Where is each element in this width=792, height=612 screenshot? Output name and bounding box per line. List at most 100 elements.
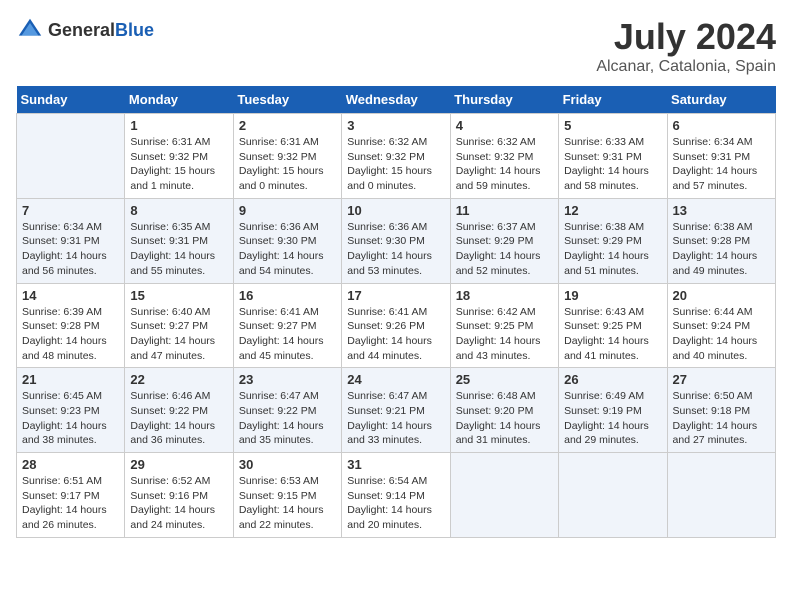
calendar-cell: 4 Sunrise: 6:32 AM Sunset: 9:32 PM Daylig… xyxy=(450,114,558,199)
calendar-cell: 6 Sunrise: 6:34 AM Sunset: 9:31 PM Daylig… xyxy=(667,114,775,199)
day-info: Sunrise: 6:31 AM Sunset: 9:32 PM Dayligh… xyxy=(130,135,227,194)
day-number: 2 xyxy=(239,118,336,133)
calendar-cell: 31 Sunrise: 6:54 AM Sunset: 9:14 PM Dayli… xyxy=(342,453,450,538)
calendar-cell: 5 Sunrise: 6:33 AM Sunset: 9:31 PM Daylig… xyxy=(559,114,667,199)
day-number: 30 xyxy=(239,457,336,472)
calendar-cell: 14 Sunrise: 6:39 AM Sunset: 9:28 PM Dayli… xyxy=(17,283,125,368)
day-number: 7 xyxy=(22,203,119,218)
calendar-cell xyxy=(450,453,558,538)
day-number: 12 xyxy=(564,203,661,218)
calendar-cell: 11 Sunrise: 6:37 AM Sunset: 9:29 PM Dayli… xyxy=(450,198,558,283)
calendar-week-row: 1 Sunrise: 6:31 AM Sunset: 9:32 PM Daylig… xyxy=(17,114,776,199)
day-info: Sunrise: 6:50 AM Sunset: 9:18 PM Dayligh… xyxy=(673,389,770,448)
calendar-cell: 10 Sunrise: 6:36 AM Sunset: 9:30 PM Dayli… xyxy=(342,198,450,283)
calendar-cell: 20Sunrise: 6:44 AM Sunset: 9:24 PM Dayli… xyxy=(667,283,775,368)
day-info: Sunrise: 6:53 AM Sunset: 9:15 PM Dayligh… xyxy=(239,474,336,533)
day-info: Sunrise: 6:42 AM Sunset: 9:25 PM Dayligh… xyxy=(456,305,553,364)
day-number: 18 xyxy=(456,288,553,303)
day-number: 5 xyxy=(564,118,661,133)
day-info: Sunrise: 6:45 AM Sunset: 9:23 PM Dayligh… xyxy=(22,389,119,448)
day-number: 10 xyxy=(347,203,444,218)
calendar-cell: 13 Sunrise: 6:38 AM Sunset: 9:28 PM Dayli… xyxy=(667,198,775,283)
calendar-cell: 15Sunrise: 6:40 AM Sunset: 9:27 PM Dayli… xyxy=(125,283,233,368)
logo-icon xyxy=(16,16,44,44)
title-block: July 2024 Alcanar, Catalonia, Spain xyxy=(596,16,776,76)
day-info: Sunrise: 6:49 AM Sunset: 9:19 PM Dayligh… xyxy=(564,389,661,448)
calendar-cell: 21Sunrise: 6:45 AM Sunset: 9:23 PM Dayli… xyxy=(17,368,125,453)
day-info: Sunrise: 6:38 AM Sunset: 9:28 PM Dayligh… xyxy=(673,220,770,279)
day-info: Sunrise: 6:54 AM Sunset: 9:14 PM Dayligh… xyxy=(347,474,444,533)
logo-text-general: General xyxy=(48,20,115,40)
calendar-cell: 30 Sunrise: 6:53 AM Sunset: 9:15 PM Dayli… xyxy=(233,453,341,538)
calendar-cell: 1 Sunrise: 6:31 AM Sunset: 9:32 PM Daylig… xyxy=(125,114,233,199)
day-info: Sunrise: 6:38 AM Sunset: 9:29 PM Dayligh… xyxy=(564,220,661,279)
day-number: 23 xyxy=(239,372,336,387)
calendar-cell: 18 Sunrise: 6:42 AM Sunset: 9:25 PM Dayli… xyxy=(450,283,558,368)
page-header: GeneralBlue July 2024 Alcanar, Catalonia… xyxy=(16,16,776,76)
day-number: 11 xyxy=(456,203,553,218)
calendar-cell: 16Sunrise: 6:41 AM Sunset: 9:27 PM Dayli… xyxy=(233,283,341,368)
day-number: 16 xyxy=(239,288,336,303)
calendar-cell: 28 Sunrise: 6:51 AM Sunset: 9:17 PM Dayli… xyxy=(17,453,125,538)
calendar-cell: 24 Sunrise: 6:47 AM Sunset: 9:21 PM Dayli… xyxy=(342,368,450,453)
day-number: 29 xyxy=(130,457,227,472)
day-info: Sunrise: 6:47 AM Sunset: 9:21 PM Dayligh… xyxy=(347,389,444,448)
day-info: Sunrise: 6:36 AM Sunset: 9:30 PM Dayligh… xyxy=(347,220,444,279)
calendar-cell: 2 Sunrise: 6:31 AM Sunset: 9:32 PM Daylig… xyxy=(233,114,341,199)
calendar-cell: 19Sunrise: 6:43 AM Sunset: 9:25 PM Dayli… xyxy=(559,283,667,368)
calendar-cell: 3 Sunrise: 6:32 AM Sunset: 9:32 PM Daylig… xyxy=(342,114,450,199)
calendar-cell xyxy=(17,114,125,199)
calendar-header-wednesday: Wednesday xyxy=(342,86,450,114)
day-number: 17 xyxy=(347,288,444,303)
calendar-header-row: SundayMondayTuesdayWednesdayThursdayFrid… xyxy=(17,86,776,114)
day-number: 27 xyxy=(673,372,770,387)
day-info: Sunrise: 6:36 AM Sunset: 9:30 PM Dayligh… xyxy=(239,220,336,279)
day-number: 24 xyxy=(347,372,444,387)
day-number: 31 xyxy=(347,457,444,472)
calendar-cell: 25Sunrise: 6:48 AM Sunset: 9:20 PM Dayli… xyxy=(450,368,558,453)
day-info: Sunrise: 6:34 AM Sunset: 9:31 PM Dayligh… xyxy=(673,135,770,194)
calendar-header-tuesday: Tuesday xyxy=(233,86,341,114)
day-info: Sunrise: 6:34 AM Sunset: 9:31 PM Dayligh… xyxy=(22,220,119,279)
calendar-cell xyxy=(559,453,667,538)
day-info: Sunrise: 6:46 AM Sunset: 9:22 PM Dayligh… xyxy=(130,389,227,448)
day-info: Sunrise: 6:41 AM Sunset: 9:26 PM Dayligh… xyxy=(347,305,444,364)
day-number: 1 xyxy=(130,118,227,133)
location-title: Alcanar, Catalonia, Spain xyxy=(596,58,776,76)
day-info: Sunrise: 6:32 AM Sunset: 9:32 PM Dayligh… xyxy=(347,135,444,194)
day-info: Sunrise: 6:52 AM Sunset: 9:16 PM Dayligh… xyxy=(130,474,227,533)
day-number: 8 xyxy=(130,203,227,218)
day-info: Sunrise: 6:37 AM Sunset: 9:29 PM Dayligh… xyxy=(456,220,553,279)
day-number: 22 xyxy=(130,372,227,387)
calendar-header-sunday: Sunday xyxy=(17,86,125,114)
day-info: Sunrise: 6:33 AM Sunset: 9:31 PM Dayligh… xyxy=(564,135,661,194)
calendar-cell: 7 Sunrise: 6:34 AM Sunset: 9:31 PM Daylig… xyxy=(17,198,125,283)
calendar-cell xyxy=(667,453,775,538)
day-info: Sunrise: 6:31 AM Sunset: 9:32 PM Dayligh… xyxy=(239,135,336,194)
day-number: 28 xyxy=(22,457,119,472)
day-number: 19 xyxy=(564,288,661,303)
day-number: 9 xyxy=(239,203,336,218)
day-number: 3 xyxy=(347,118,444,133)
day-info: Sunrise: 6:32 AM Sunset: 9:32 PM Dayligh… xyxy=(456,135,553,194)
day-number: 15 xyxy=(130,288,227,303)
day-info: Sunrise: 6:51 AM Sunset: 9:17 PM Dayligh… xyxy=(22,474,119,533)
month-title: July 2024 xyxy=(596,16,776,58)
day-info: Sunrise: 6:44 AM Sunset: 9:24 PM Dayligh… xyxy=(673,305,770,364)
calendar-header-saturday: Saturday xyxy=(667,86,775,114)
day-number: 13 xyxy=(673,203,770,218)
calendar-cell: 9 Sunrise: 6:36 AM Sunset: 9:30 PM Daylig… xyxy=(233,198,341,283)
calendar-cell: 22 Sunrise: 6:46 AM Sunset: 9:22 PM Dayli… xyxy=(125,368,233,453)
day-number: 26 xyxy=(564,372,661,387)
day-info: Sunrise: 6:39 AM Sunset: 9:28 PM Dayligh… xyxy=(22,305,119,364)
logo-text-blue: Blue xyxy=(115,20,154,40)
calendar-header-thursday: Thursday xyxy=(450,86,558,114)
day-number: 6 xyxy=(673,118,770,133)
calendar-header-monday: Monday xyxy=(125,86,233,114)
calendar-cell: 12 Sunrise: 6:38 AM Sunset: 9:29 PM Dayli… xyxy=(559,198,667,283)
calendar-week-row: 28 Sunrise: 6:51 AM Sunset: 9:17 PM Dayli… xyxy=(17,453,776,538)
day-info: Sunrise: 6:48 AM Sunset: 9:20 PM Dayligh… xyxy=(456,389,553,448)
day-number: 4 xyxy=(456,118,553,133)
calendar-cell: 23Sunrise: 6:47 AM Sunset: 9:22 PM Dayli… xyxy=(233,368,341,453)
day-number: 14 xyxy=(22,288,119,303)
